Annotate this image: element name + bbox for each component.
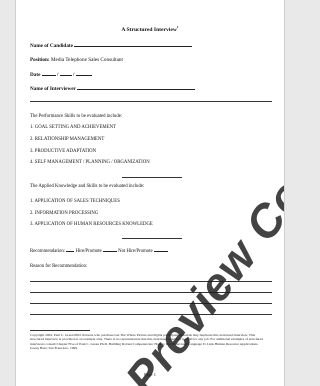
document-page: A Structured Interview1 Name of Candidat… bbox=[15, 0, 285, 386]
interviewer-field: Name of Interviewer bbox=[30, 85, 196, 92]
performance-intro: The Performance Skills to be evaluated i… bbox=[30, 114, 123, 119]
page-title: A Structured Interview1 bbox=[121, 25, 179, 33]
date-field: Date / / bbox=[30, 71, 92, 78]
knowledge-item: 2. INFORMATION PROCESSING bbox=[30, 211, 99, 216]
knowledge-intro: The Applied Knowledge and Skills to be e… bbox=[30, 184, 145, 189]
performance-item: 3. PRODUCTIVE ADAPTATION bbox=[30, 149, 97, 154]
performance-item: 4. SELF MANAGEMENT / PLANNING / ORGANIZA… bbox=[30, 160, 150, 165]
divider bbox=[30, 330, 90, 331]
divider bbox=[122, 177, 182, 178]
divider bbox=[30, 101, 272, 102]
knowledge-item: 3. APPLICATION OF HUMAN RESOURCES KNOWLE… bbox=[30, 222, 153, 227]
recommendation-row: Recommendation: Hire/Promote Not Hire/Pr… bbox=[30, 247, 168, 254]
reason-label: Reason for Recommendation: bbox=[30, 264, 88, 269]
knowledge-item: 1. APPLICATION OF SALES TECHNIQUES bbox=[30, 199, 120, 204]
performance-item: 1. GOAL SETTING AND ACHIEVEMENT bbox=[30, 125, 117, 130]
performance-item: 2. RELATIONSHIP MANAGEMENT bbox=[30, 137, 105, 142]
reason-line bbox=[30, 314, 272, 315]
position-field: Position: Media Telephone Sales Consulta… bbox=[30, 57, 123, 63]
divider bbox=[122, 238, 182, 239]
candidate-field: Name of Candidate bbox=[30, 42, 193, 49]
